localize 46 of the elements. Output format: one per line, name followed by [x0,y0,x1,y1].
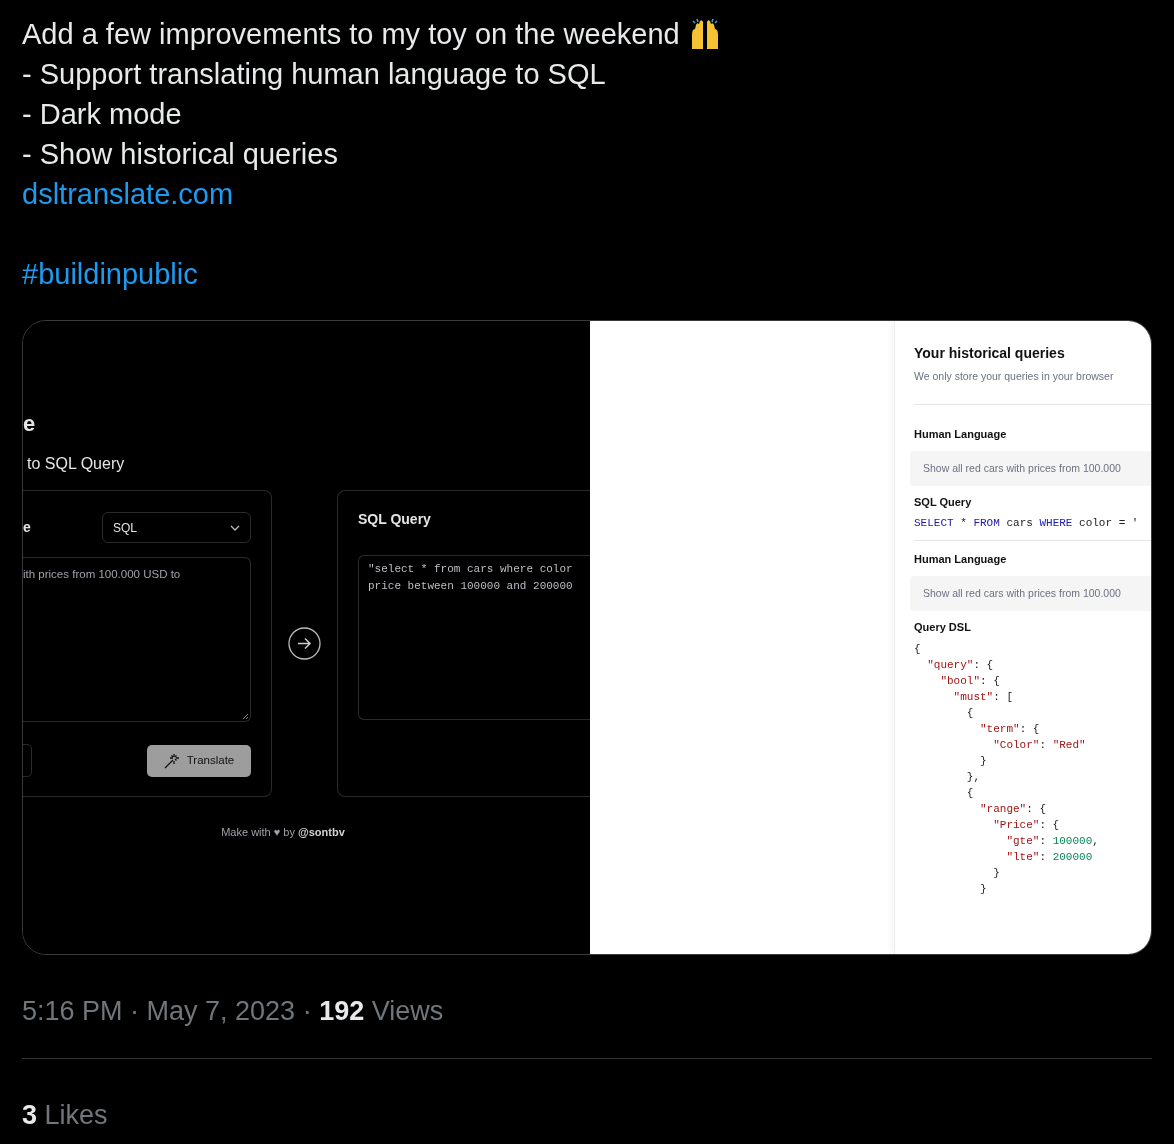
human-language-query: Show all red cars with prices from 100.000 [910,451,1151,487]
dsl-code-line: "term": { [979,721,1040,737]
cut-off-button[interactable] [23,744,32,777]
dsl-code-line: }, [965,769,980,785]
hashtag-link[interactable]: #buildinpublic [22,258,198,290]
dsl-code-line: "bool": { [939,673,1000,689]
card-label: e [23,518,31,537]
panel-subtitle: We only store your queries in your browser [914,369,1114,384]
tweet-text: - Dark mode [22,97,182,132]
dsl-code-line: "Price": { [992,817,1060,833]
translate-button[interactable]: Translate [147,744,251,777]
website-link[interactable]: dsltranslate.com [22,178,234,210]
dsl-code-line: } [979,753,987,769]
tweet-text: - Show historical queries [22,137,338,172]
sql-code-line: SELECT * FROM cars WHERE color = ' [914,515,1139,531]
likes-count: 3 Likes [22,1098,108,1132]
resize-handle-icon [242,713,249,720]
dsl-code-line: "range": { [979,801,1047,817]
dsl-code-line: "lte": 200000 [1005,849,1093,865]
footer-credit: Make with ♥ by @sontbv [221,825,345,840]
entry-label: Human Language [914,551,1007,567]
entry-label: SQL Query [914,495,972,511]
entry-label: Query DSL [914,620,971,636]
human-language-query: Show all red cars with prices from 100.000 [910,576,1151,612]
tweet-meta: 5:16 PM · May 7, 2023 · 192 Views [22,995,444,1028]
tweet-text: - Support translating human language to SQL [22,57,606,92]
dsl-code-line: "Color": "Red" [992,737,1086,753]
dsl-code-line: { [914,641,921,657]
query-input[interactable]: ith prices from 100.000 USD to [23,557,251,722]
language-select[interactable]: SQL [102,512,251,543]
tweet-text: Add a few improvements to my toy on the weekend [22,17,680,52]
dsl-code-line: "must": [ [952,689,1014,705]
app-subtitle: to SQL Query [27,454,125,474]
magic-wand-icon [163,752,180,769]
dsl-code-line: } [992,865,1000,881]
app-title: e [23,410,36,438]
dsl-code-line: { [965,785,974,801]
dsl-code-line: { [965,705,974,721]
dsl-code-line: "gte": 100000, [1005,833,1099,849]
chevron-down-icon [230,524,240,531]
card-title: SQL Query [358,510,431,529]
arrow-right-circle-icon [288,627,321,660]
dsl-code-line: "query": { [926,657,994,673]
entry-label: Human Language [914,426,1007,442]
dsl-code-line: } [979,881,987,897]
panel-title: Your historical queries [914,344,1065,363]
